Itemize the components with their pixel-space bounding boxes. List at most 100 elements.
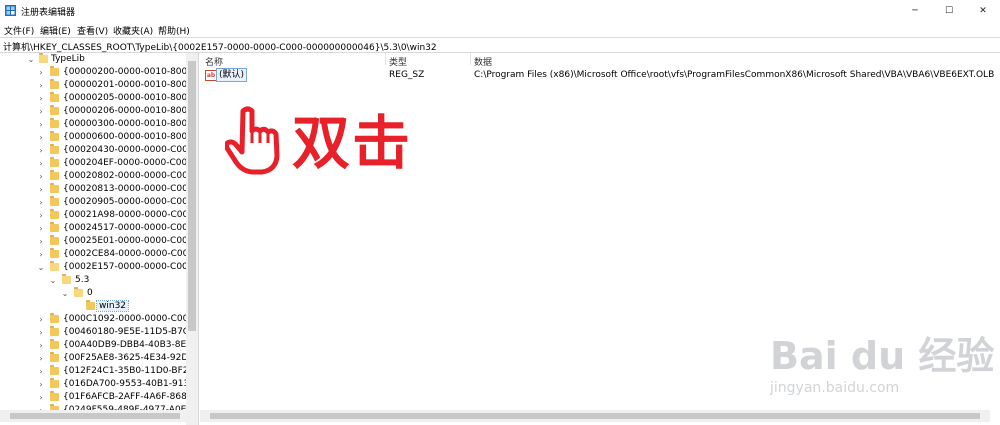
tree-item[interactable]: › {01F6AFCB-2AFF-4A6F-8681- xyxy=(0,391,186,404)
tree-item-label: {00025E01-0000-0000-C000-0 xyxy=(63,236,186,246)
menu-view[interactable]: 查看(V) xyxy=(77,24,108,37)
tree-item-label: {0002E157-0000-0000-C000-0 xyxy=(63,262,186,272)
tree-item-label: {012F24C1-35B0-11D0-BF2D- xyxy=(63,366,186,376)
folder-icon xyxy=(86,300,95,310)
tree-item-version[interactable]: ⌄ 5.3 xyxy=(0,274,186,287)
tree-horizontal-scrollbar[interactable] xyxy=(0,410,186,422)
chevron-right-icon[interactable]: › xyxy=(37,158,45,169)
tree-item[interactable]: › {012F24C1-35B0-11D0-BF2D- xyxy=(0,365,186,378)
tree-item[interactable]: › {016DA700-9553-40B1-9136- xyxy=(0,378,186,391)
column-header-name[interactable]: 名称 xyxy=(205,55,223,68)
chevron-down-icon[interactable]: ⌄ xyxy=(61,288,69,299)
tree-item[interactable]: › {000C1092-0000-0000-C000-0 xyxy=(0,313,186,326)
chevron-right-icon[interactable]: › xyxy=(37,184,45,195)
chevron-right-icon[interactable]: › xyxy=(37,314,45,325)
tree-item-locale[interactable]: ⌄ 0 xyxy=(0,287,186,300)
tree-item-expanded[interactable]: ⌄ {0002E157-0000-0000-C000-0 xyxy=(0,261,186,274)
chevron-down-icon[interactable]: ⌄ xyxy=(49,275,57,286)
tree-item[interactable]: › {00020802-0000-0000-C000-0 xyxy=(0,170,186,183)
folder-open-icon xyxy=(62,274,71,284)
menu-help[interactable]: 帮助(H) xyxy=(158,24,190,37)
tree-item[interactable]: › {00025E01-0000-0000-C000-0 xyxy=(0,235,186,248)
tree-item-label: {0002CE84-0000-0000-C000-0 xyxy=(63,249,186,259)
chevron-right-icon[interactable]: › xyxy=(37,67,45,78)
tree-item-selected[interactable]: win32 xyxy=(0,300,186,313)
tree-item[interactable]: › {00000600-0000-0010-8000-0 xyxy=(0,131,186,144)
tree-item[interactable]: › {00000205-0000-0010-8000-0 xyxy=(0,92,186,105)
tree-item[interactable]: › {00020430-0000-0000-C000-0 xyxy=(0,144,186,157)
tree-item-label: {00020813-0000-0000-C000-0 xyxy=(63,184,186,194)
folder-icon xyxy=(50,326,59,336)
chevron-right-icon[interactable]: › xyxy=(37,236,45,247)
folder-icon xyxy=(50,365,59,375)
tree-item[interactable]: › {00000206-0000-0010-8000-0 xyxy=(0,105,186,118)
chevron-right-icon[interactable]: › xyxy=(37,145,45,156)
folder-icon xyxy=(50,209,59,219)
tree-item-label: {00000206-0000-0010-8000-0 xyxy=(63,106,186,116)
tree-item[interactable]: › {00024517-0000-0000-C000-0 xyxy=(0,222,186,235)
column-header-data[interactable]: 数据 xyxy=(474,55,492,68)
menu-file[interactable]: 文件(F) xyxy=(4,24,34,37)
chevron-right-icon[interactable]: › xyxy=(37,392,45,403)
column-separator[interactable] xyxy=(470,53,471,65)
minimize-button[interactable]: ─ xyxy=(898,0,932,22)
key-tree-pane[interactable]: ⌄ TypeLib › {00000200-0000-0010-8000-0 › {… xyxy=(0,53,199,425)
tree-item[interactable]: › {00020813-0000-0000-C000-0 xyxy=(0,183,186,196)
column-separator[interactable] xyxy=(385,53,386,65)
chevron-right-icon[interactable]: › xyxy=(37,106,45,117)
chevron-right-icon[interactable]: › xyxy=(37,80,45,91)
folder-icon xyxy=(50,79,59,89)
chevron-right-icon[interactable]: › xyxy=(37,340,45,351)
close-button[interactable]: ✕ xyxy=(966,0,1000,22)
chevron-right-icon[interactable]: › xyxy=(37,327,45,338)
chevron-right-icon[interactable]: › xyxy=(37,223,45,234)
menu-edit[interactable]: 编辑(E) xyxy=(40,24,71,37)
chevron-down-icon[interactable]: ⌄ xyxy=(27,54,35,65)
tree-item-label: {00020430-0000-0000-C000-0 xyxy=(63,145,186,155)
tree-item-label: 5.3 xyxy=(75,275,90,285)
tree-item[interactable]: › {0002CE84-0000-0000-C000-0 xyxy=(0,248,186,261)
chevron-right-icon[interactable]: › xyxy=(37,197,45,208)
tree-item-label: {00021A98-0000-0000-C000-0 xyxy=(63,210,186,220)
folder-icon xyxy=(50,105,59,115)
column-header-type[interactable]: 类型 xyxy=(389,55,407,68)
folder-icon xyxy=(50,339,59,349)
chevron-right-icon[interactable]: › xyxy=(37,249,45,260)
maximize-button[interactable]: ☐ xyxy=(932,0,966,22)
folder-open-icon xyxy=(74,287,83,297)
tree-item[interactable]: › {00020905-0000-0000-C000-0 xyxy=(0,196,186,209)
scroll-thumb[interactable] xyxy=(10,413,180,419)
chevron-right-icon[interactable]: › xyxy=(37,353,45,364)
tree-item[interactable]: › {00000201-0000-0010-8000-0 xyxy=(0,79,186,92)
chevron-right-icon[interactable]: › xyxy=(37,119,45,130)
menu-favorites[interactable]: 收藏夹(A) xyxy=(113,24,153,37)
tree-item-label: {00000300-0000-0010-8000-0 xyxy=(63,119,186,129)
tree-item[interactable]: › {00000300-0000-0010-8000-0 xyxy=(0,118,186,131)
chevron-right-icon[interactable]: › xyxy=(37,210,45,221)
tree-item-label: win32 xyxy=(95,300,130,312)
scroll-thumb[interactable] xyxy=(188,61,196,331)
chevron-down-icon[interactable]: ⌄ xyxy=(37,262,45,273)
tree-item[interactable]: › {00000200-0000-0010-8000-0 xyxy=(0,66,186,79)
chevron-right-icon[interactable]: › xyxy=(37,366,45,377)
tree-item-label: {016DA700-9553-40B1-9136- xyxy=(63,379,186,389)
folder-icon xyxy=(50,235,59,245)
tree-item[interactable]: › {00A40DB9-DBB4-40B3-8E0C xyxy=(0,339,186,352)
tree-item[interactable]: › {000204EF-0000-0000-C000-0 xyxy=(0,157,186,170)
chevron-right-icon[interactable]: › xyxy=(37,171,45,182)
tree-item[interactable]: › {00021A98-0000-0000-C000-0 xyxy=(0,209,186,222)
tree-vertical-scrollbar[interactable] xyxy=(186,53,198,425)
value-row-default[interactable]: ab (默认) REG_SZ C:\Program Files (x86)\Mi… xyxy=(200,68,994,82)
chevron-right-icon[interactable]: › xyxy=(37,132,45,143)
chevron-right-icon[interactable]: › xyxy=(37,93,45,104)
tree-item-label: {00020905-0000-0000-C000-0 xyxy=(63,197,186,207)
tree-item-typelib[interactable]: ⌄ TypeLib xyxy=(0,53,186,66)
tree-item[interactable]: › {00F25AE8-3625-4E34-92D4- xyxy=(0,352,186,365)
chevron-right-icon[interactable]: › xyxy=(37,379,45,390)
tree-item[interactable]: › {00460180-9E5E-11D5-B7C8- xyxy=(0,326,186,339)
tree-item-label: {00000200-0000-0010-8000-0 xyxy=(63,67,186,77)
tree-item-label: 0 xyxy=(87,288,93,298)
value-name[interactable]: (默认) xyxy=(216,68,248,82)
watermark-url: jingyan.baidu.com xyxy=(770,380,900,396)
address-bar[interactable]: 计算机\HKEY_CLASSES_ROOT\TypeLib\{0002E157-… xyxy=(0,37,1000,53)
